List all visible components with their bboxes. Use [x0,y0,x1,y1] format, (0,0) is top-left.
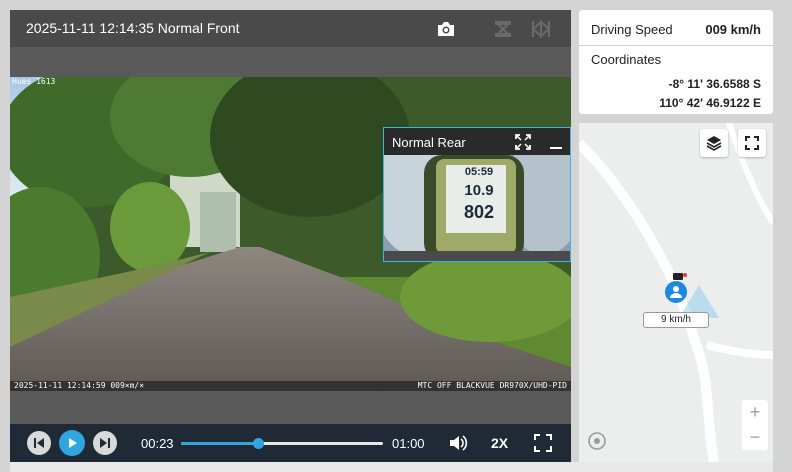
video-header: 2025-11-11 12:14:35 Normal Front [10,10,571,47]
video-panel: 2025-11-11 12:14:35 Normal Front Hues 16… [10,10,571,462]
latitude-value: -8° 11' 36.6588 S [668,77,761,91]
rear-header: Normal Rear [384,128,570,155]
map-panel[interactable]: 9 km/h + − [579,123,773,462]
speed-row: Driving Speed 009 km/h [579,10,773,46]
video-title: 2025-11-11 12:14:35 Normal Front [26,20,240,36]
volume-icon[interactable] [448,433,468,453]
expand-icon[interactable] [514,133,532,151]
prev-icon[interactable] [27,431,51,455]
seek-bar[interactable] [181,438,383,449]
front-overlay-model: MTC OFF BLACKVUE DR970X/UHD-PID [417,381,567,390]
fullscreen-map-icon[interactable] [738,129,766,157]
front-video[interactable]: Hues 1613 2025-11-11 12:14:59 009×m/× MT… [10,77,571,391]
time-total: 01:00 [392,436,425,451]
minimize-icon[interactable] [548,133,564,151]
info-panel: Driving Speed 009 km/h Coordinates -8° 1… [579,10,773,114]
zoom-in-button[interactable]: + [742,400,768,425]
driving-speed-value: 009 km/h [705,22,761,37]
rear-switch-icon[interactable] [528,16,554,42]
event-icon[interactable] [490,16,516,42]
rear-camera-view: 05:59 10.9 802 [384,155,570,261]
zoom-controls: + − [742,400,768,450]
coordinates-label: Coordinates [591,52,662,67]
zoom-out-button[interactable]: − [742,425,768,450]
gps-speed: 10.9 [464,182,494,199]
seek-handle[interactable] [253,438,265,449]
playback-speed-button[interactable]: 2X [491,435,508,451]
locate-icon[interactable] [587,431,607,451]
rear-title: Normal Rear [392,135,466,150]
seek-progress [181,442,259,445]
driving-speed-label: Driving Speed [591,22,673,37]
map-speed-tag: 9 km/h [643,312,709,328]
camera-icon[interactable] [433,16,459,42]
time-current: 00:23 [141,436,174,451]
fullscreen-icon[interactable] [533,433,553,453]
next-icon[interactable] [93,431,117,455]
gps-time: 05:59 [464,166,494,178]
front-overlay-label: Hues 1613 [12,77,56,86]
bottom-strip [10,462,773,472]
playback-controls: 00:23 01:00 2X [10,424,571,462]
rear-pip[interactable]: Normal Rear 05:59 10.9 802 [383,127,571,262]
front-overlay-timestamp: 2025-11-11 12:14:59 009×m/× [14,381,145,390]
gps-altitude: 802 [463,202,495,222]
layers-icon[interactable] [700,129,728,157]
vehicle-marker-icon[interactable] [664,273,690,307]
play-icon[interactable] [59,430,85,456]
longitude-value: 110° 42' 46.9122 E [659,96,761,110]
